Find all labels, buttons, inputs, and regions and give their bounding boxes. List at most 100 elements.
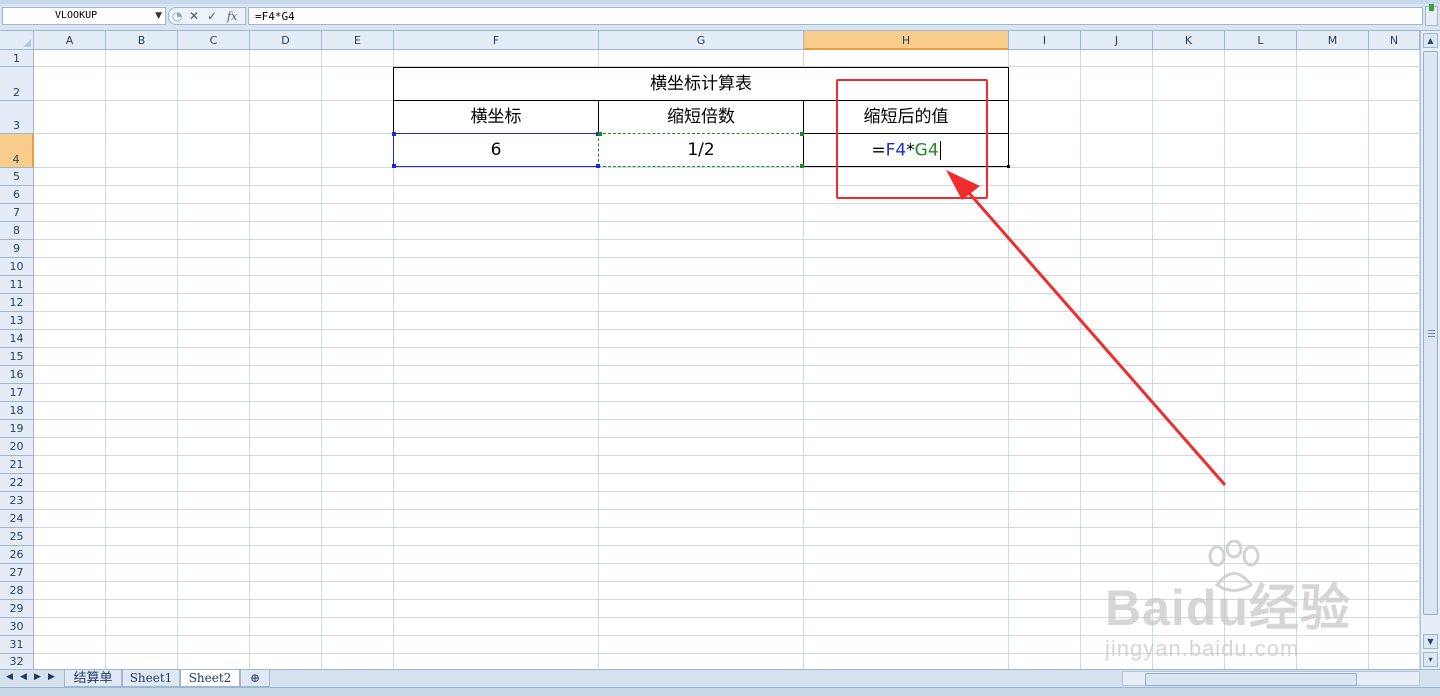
cell-g4[interactable]: 1/2 <box>598 133 804 167</box>
grid-line <box>1080 50 1081 670</box>
row-header-29[interactable]: 29 <box>0 600 34 618</box>
grid-line <box>34 473 1420 474</box>
grid-line <box>34 509 1420 510</box>
row-header-13[interactable]: 13 <box>0 312 34 330</box>
range-handle[interactable] <box>800 132 804 136</box>
row-header-11[interactable]: 11 <box>0 276 34 294</box>
header-x-coordinate: 横坐标 <box>470 106 522 127</box>
select-all-corner[interactable] <box>0 31 34 50</box>
prev-sheet-icon[interactable]: ◀ <box>20 672 27 682</box>
circle-grip-icon: ◔ <box>172 9 183 23</box>
header-cell-g3[interactable]: 缩短倍数 <box>598 100 804 134</box>
row-header-31[interactable]: 31 <box>0 636 34 654</box>
scroll-down-arrow-icon[interactable]: ▼ <box>1423 634 1438 649</box>
scroll-up-arrow-icon[interactable]: ▲ <box>1423 33 1438 48</box>
row-header-20[interactable]: 20 <box>0 438 34 456</box>
row-header-3[interactable]: 3 <box>0 101 34 134</box>
sheet-tab-sheet1[interactable]: Sheet1 <box>122 670 180 687</box>
cell-f4[interactable]: 6 <box>393 133 599 167</box>
column-header-d[interactable]: D <box>250 31 322 50</box>
grid-line <box>34 221 1420 222</box>
row-header-9[interactable]: 9 <box>0 240 34 258</box>
name-box[interactable]: VLOOKUP ▼ <box>2 7 166 25</box>
column-header-e[interactable]: E <box>322 31 394 50</box>
row-header-21[interactable]: 21 <box>0 456 34 474</box>
range-handle[interactable] <box>392 164 396 168</box>
fill-handle[interactable] <box>1007 165 1010 168</box>
column-header-m[interactable]: M <box>1297 31 1369 50</box>
sheet-tab-settlement[interactable]: 结算单 <box>64 670 122 687</box>
row-header-14[interactable]: 14 <box>0 330 34 348</box>
table-title: 横坐标计算表 <box>650 73 752 94</box>
row-header-32[interactable]: 32 <box>0 654 34 670</box>
column-header-f[interactable]: F <box>394 31 599 50</box>
grid-line <box>34 275 1420 276</box>
column-header-l[interactable]: L <box>1225 31 1297 50</box>
insert-function-button[interactable]: fx <box>227 10 237 23</box>
formula-text: =F4*G4 <box>255 10 295 23</box>
row-header-12[interactable]: 12 <box>0 294 34 312</box>
formula-input[interactable]: =F4*G4 <box>248 7 1423 25</box>
range-handle[interactable] <box>392 132 396 136</box>
grid-line <box>34 365 1420 366</box>
first-sheet-icon[interactable]: ◀ <box>6 672 13 682</box>
vertical-scrollbar[interactable]: ▲ ▼ ▾ <box>1420 31 1440 670</box>
row-header-2[interactable]: 2 <box>0 67 34 101</box>
row-header-23[interactable]: 23 <box>0 492 34 510</box>
horizontal-scrollbar[interactable] <box>1122 671 1420 686</box>
last-sheet-icon[interactable]: ▶ <box>48 672 55 682</box>
column-header-c[interactable]: C <box>178 31 250 50</box>
grid-line <box>34 329 1420 330</box>
grid-line <box>34 653 1420 654</box>
header-cell-f3[interactable]: 横坐标 <box>393 100 599 134</box>
grid-line <box>105 50 106 670</box>
name-box-dropdown-icon[interactable]: ▼ <box>155 11 162 21</box>
grid-line <box>1296 50 1297 670</box>
page-down-icon[interactable]: ▾ <box>1423 652 1438 667</box>
grid-line <box>34 293 1420 294</box>
row-header-28[interactable]: 28 <box>0 582 34 600</box>
grid-line <box>34 455 1420 456</box>
column-header-j[interactable]: J <box>1081 31 1153 50</box>
row-header-5[interactable]: 5 <box>0 168 34 186</box>
row-header-6[interactable]: 6 <box>0 186 34 204</box>
enter-button[interactable]: ✓ <box>207 9 217 23</box>
vertical-scroll-thumb[interactable] <box>1423 51 1438 615</box>
grid-line <box>34 185 1420 186</box>
range-handle[interactable] <box>596 164 600 168</box>
row-header-10[interactable]: 10 <box>0 258 34 276</box>
range-handle[interactable] <box>800 164 804 168</box>
row-header-18[interactable]: 18 <box>0 402 34 420</box>
row-header-8[interactable]: 8 <box>0 222 34 240</box>
row-header-16[interactable]: 16 <box>0 366 34 384</box>
row-header-30[interactable]: 30 <box>0 618 34 636</box>
column-header-i[interactable]: I <box>1009 31 1081 50</box>
row-header-17[interactable]: 17 <box>0 384 34 402</box>
sheet-tab-sheet2[interactable]: Sheet2 <box>180 670 240 687</box>
column-header-h[interactable]: H <box>804 31 1009 50</box>
row-header-15[interactable]: 15 <box>0 348 34 366</box>
column-header-b[interactable]: B <box>106 31 178 50</box>
column-header-g[interactable]: G <box>599 31 804 50</box>
ribbon-edge <box>0 0 1440 4</box>
insert-sheet-icon[interactable]: ⊕ <box>240 670 270 687</box>
column-header-n[interactable]: N <box>1369 31 1420 50</box>
next-sheet-icon[interactable]: ▶ <box>34 672 41 682</box>
column-header-a[interactable]: A <box>34 31 106 50</box>
row-header-27[interactable]: 27 <box>0 564 34 582</box>
grid-line <box>34 203 1420 204</box>
column-header-k[interactable]: K <box>1153 31 1225 50</box>
row-header-1[interactable]: 1 <box>0 50 34 67</box>
row-header-4[interactable]: 4 <box>0 134 34 168</box>
range-handle[interactable] <box>598 132 602 136</box>
row-header-26[interactable]: 26 <box>0 546 34 564</box>
row-header-25[interactable]: 25 <box>0 528 34 546</box>
cancel-button[interactable]: ✕ <box>189 9 199 23</box>
row-header-24[interactable]: 24 <box>0 510 34 528</box>
grid-line <box>1368 50 1369 670</box>
formula-bar-expand-button[interactable] <box>1425 4 1438 26</box>
row-header-7[interactable]: 7 <box>0 204 34 222</box>
row-header-19[interactable]: 19 <box>0 420 34 438</box>
row-header-22[interactable]: 22 <box>0 474 34 492</box>
horizontal-scroll-thumb[interactable] <box>1145 673 1357 686</box>
